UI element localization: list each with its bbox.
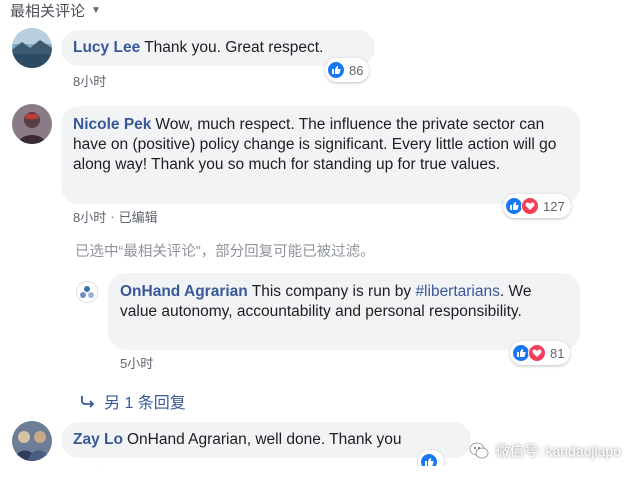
comment-author[interactable]: Zay Lo [73,431,123,448]
avatar[interactable] [12,28,52,68]
love-reaction-icon [521,197,539,215]
reaction-count: 86 [349,62,364,78]
avatar-person-icon [12,104,52,144]
comment-text: OnHand Agrarian, well done. Thank you [126,431,402,448]
like-reaction-icon [327,61,345,79]
filter-note: 已选中“最相关评论”，部分回复可能已被过滤。 [75,244,375,260]
reaction-summary[interactable]: 81 [510,341,571,365]
comment-timestamp[interactable]: 8小时 [73,207,106,226]
reply-meta: 5小时 [120,353,153,372]
edited-label[interactable]: 已编辑 [119,207,158,226]
avatar[interactable] [76,281,98,303]
reaction-summary[interactable]: 86 [325,58,370,82]
watermark-text: 微信号: kandaojiapo [495,443,621,459]
sort-dropdown[interactable]: 最相关评论 ▼ [10,0,101,21]
avatar-logo-icon [80,286,94,298]
love-reaction-icon [528,344,546,362]
reaction-summary[interactable]: 127 [503,194,571,218]
watermark: 微信号: kandaojiapo [468,440,621,462]
comment-bubble: Zay Lo OnHand Agrarian, well done. Thank … [61,422,471,458]
more-replies-label: 另 1 条回复 [104,395,186,412]
more-replies-link[interactable]: 另 1 条回复 [80,389,186,413]
reply-arrow-icon [81,396,95,408]
bottom-edge [0,466,629,483]
reply-author[interactable]: OnHand Agrarian [120,283,248,300]
avatar[interactable] [12,421,52,461]
meta-separator: · [110,209,115,224]
wechat-icon [469,442,489,459]
comment-author[interactable]: Nicole Pek [73,116,151,133]
reaction-count: 81 [550,345,565,361]
comment-meta: 8小时 · 已编辑 [73,207,158,226]
hashtag-link[interactable]: #libertarians [415,283,499,300]
comment-timestamp[interactable]: 8小时 [73,71,106,90]
avatar-group-icon [12,421,52,461]
comment-text: Thank you. Great respect. [144,39,324,56]
comment-author[interactable]: Lucy Lee [73,39,140,56]
reaction-count: 127 [543,198,565,214]
avatar-landscape-icon [12,28,52,68]
comment-meta: 8小时 [73,71,106,90]
comment-bubble: Nicole Pek Wow, much respect. The influen… [61,106,580,204]
reply-bubble: OnHand Agrarian This company is run by #l… [108,273,580,350]
caret-down-icon: ▼ [91,5,101,16]
reply-text-before: This company is run by [251,283,416,300]
avatar[interactable] [12,104,52,144]
reply-timestamp[interactable]: 5小时 [120,353,153,372]
sort-label: 最相关评论 [10,3,86,20]
